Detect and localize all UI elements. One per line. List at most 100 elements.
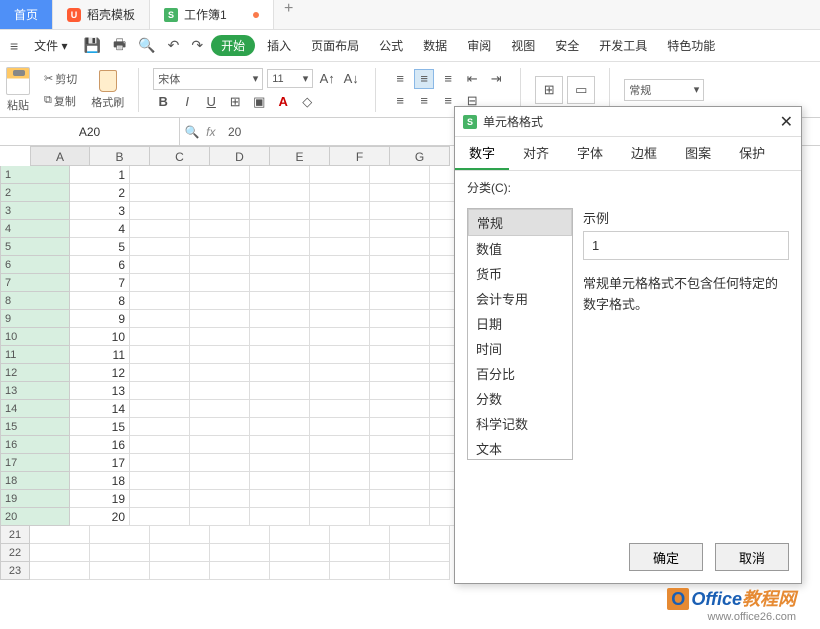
cell[interactable] <box>370 364 430 382</box>
cell[interactable]: 10 <box>70 328 130 346</box>
cell[interactable] <box>210 562 270 580</box>
row-header[interactable]: 7 <box>0 274 70 292</box>
cell[interactable] <box>310 310 370 328</box>
cell[interactable] <box>250 310 310 328</box>
col-header-G[interactable]: G <box>390 146 450 166</box>
tab-home[interactable]: 首页 <box>0 0 53 29</box>
cell[interactable] <box>130 508 190 526</box>
cell[interactable] <box>370 166 430 184</box>
cell[interactable] <box>310 274 370 292</box>
menu-data[interactable]: 数据 <box>415 33 455 58</box>
row-header[interactable]: 10 <box>0 328 70 346</box>
dialog-tab[interactable]: 字体 <box>563 137 617 170</box>
cell[interactable] <box>370 292 430 310</box>
row-header[interactable]: 4 <box>0 220 70 238</box>
cell[interactable] <box>330 562 390 580</box>
cell[interactable] <box>310 400 370 418</box>
cell[interactable] <box>130 364 190 382</box>
border-icon[interactable]: ⊞ <box>225 92 245 112</box>
menu-special[interactable]: 特色功能 <box>659 33 723 58</box>
tab-workbook[interactable]: S工作簿1 <box>150 0 274 29</box>
cell[interactable] <box>310 220 370 238</box>
cell[interactable] <box>150 562 210 580</box>
row-header[interactable]: 21 <box>0 526 30 544</box>
row-header[interactable]: 8 <box>0 292 70 310</box>
cell[interactable] <box>370 310 430 328</box>
print-icon[interactable]: 🖶 <box>109 32 130 60</box>
col-header-A[interactable]: A <box>30 146 90 166</box>
align-center-icon[interactable]: ≡ <box>414 91 434 111</box>
cell[interactable] <box>190 490 250 508</box>
cell[interactable] <box>150 544 210 562</box>
cell[interactable]: 11 <box>70 346 130 364</box>
cell[interactable] <box>370 256 430 274</box>
fx-icon[interactable]: 🔍 fx <box>180 125 220 139</box>
increase-font-icon[interactable]: A↑ <box>317 69 337 89</box>
cell[interactable]: 9 <box>70 310 130 328</box>
row-header[interactable]: 9 <box>0 310 70 328</box>
preview-icon[interactable]: 🔍 <box>134 35 159 56</box>
cell[interactable] <box>190 400 250 418</box>
number-format-select[interactable]: 常规▾ <box>624 79 704 101</box>
cell[interactable]: 12 <box>70 364 130 382</box>
new-tab-button[interactable]: + <box>274 0 304 29</box>
cell[interactable] <box>250 382 310 400</box>
cell[interactable] <box>250 166 310 184</box>
row-header[interactable]: 17 <box>0 454 70 472</box>
name-box[interactable]: A20 <box>0 118 180 145</box>
row-header[interactable]: 23 <box>0 562 30 580</box>
cell[interactable] <box>90 544 150 562</box>
row-header[interactable]: 13 <box>0 382 70 400</box>
cell[interactable] <box>250 256 310 274</box>
tab-template[interactable]: U稻壳模板 <box>53 0 150 29</box>
cell[interactable] <box>30 562 90 580</box>
dialog-tab[interactable]: 保护 <box>725 137 779 170</box>
cell[interactable] <box>250 238 310 256</box>
cell[interactable] <box>370 238 430 256</box>
cell[interactable] <box>310 202 370 220</box>
cell[interactable] <box>190 238 250 256</box>
row-header[interactable]: 15 <box>0 418 70 436</box>
cell[interactable] <box>270 562 330 580</box>
cell[interactable] <box>130 472 190 490</box>
cell[interactable] <box>250 508 310 526</box>
category-list[interactable]: 常规数值货币会计专用日期时间百分比分数科学记数文本特殊自定义 <box>467 208 573 460</box>
cell[interactable]: 13 <box>70 382 130 400</box>
row-header[interactable]: 16 <box>0 436 70 454</box>
cell[interactable] <box>310 436 370 454</box>
font-color-icon[interactable]: A <box>273 92 293 112</box>
cell[interactable] <box>370 184 430 202</box>
cell[interactable] <box>310 364 370 382</box>
cell[interactable] <box>130 490 190 508</box>
cell[interactable] <box>250 274 310 292</box>
cell[interactable] <box>250 400 310 418</box>
cut-button[interactable]: ✂ 剪切 <box>40 69 81 89</box>
cell[interactable] <box>190 310 250 328</box>
cell[interactable] <box>250 436 310 454</box>
cell[interactable] <box>130 292 190 310</box>
cell[interactable] <box>30 526 90 544</box>
save-icon[interactable]: 💾 <box>80 35 105 56</box>
cell[interactable] <box>250 184 310 202</box>
cell[interactable] <box>370 202 430 220</box>
underline-icon[interactable]: U <box>201 92 221 112</box>
row-header[interactable]: 11 <box>0 346 70 364</box>
row-header[interactable]: 19 <box>0 490 70 508</box>
cell[interactable] <box>310 418 370 436</box>
cell[interactable] <box>370 382 430 400</box>
cell[interactable] <box>310 238 370 256</box>
cancel-button[interactable]: 取消 <box>715 543 789 571</box>
cell[interactable] <box>190 256 250 274</box>
cell[interactable]: 2 <box>70 184 130 202</box>
cell[interactable] <box>370 418 430 436</box>
cell[interactable] <box>130 328 190 346</box>
cell[interactable] <box>250 418 310 436</box>
cell[interactable]: 18 <box>70 472 130 490</box>
cell[interactable] <box>90 562 150 580</box>
cell[interactable] <box>250 364 310 382</box>
menu-icon[interactable]: ≡ <box>6 36 22 56</box>
indent-dec-icon[interactable]: ⇤ <box>462 69 482 89</box>
cell[interactable] <box>130 418 190 436</box>
row-header[interactable]: 6 <box>0 256 70 274</box>
category-item[interactable]: 货币 <box>468 261 572 286</box>
